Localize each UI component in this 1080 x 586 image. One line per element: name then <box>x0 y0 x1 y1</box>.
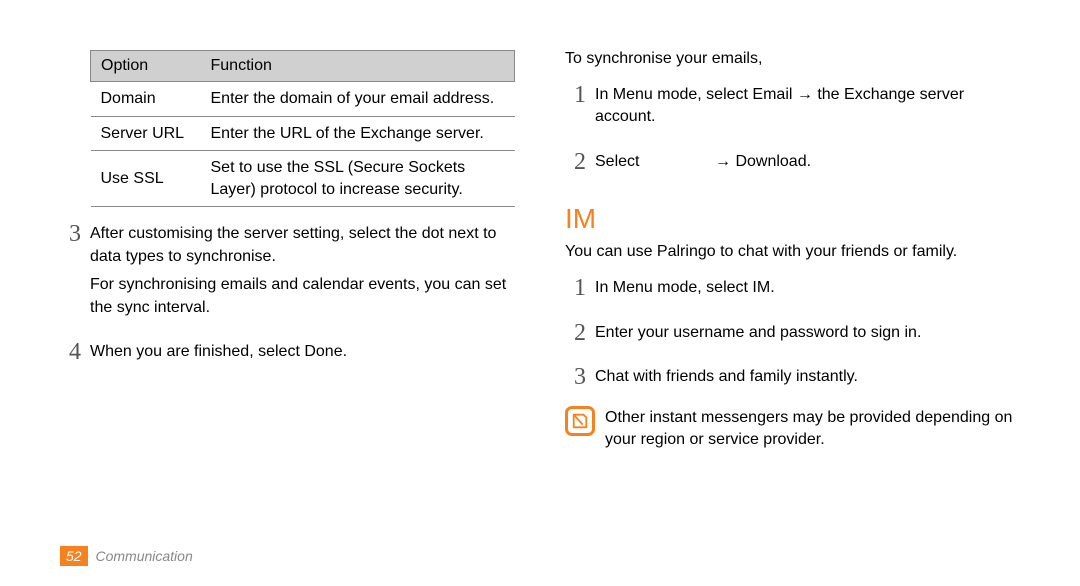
step-number: 2 <box>565 149 595 175</box>
text: Select <box>595 151 715 173</box>
page-footer: 52 Communication <box>60 548 193 564</box>
im-step-3: 3 Chat with friends and family instantly… <box>565 364 1020 394</box>
step-number: 3 <box>565 364 595 390</box>
step-number: 2 <box>565 320 595 346</box>
step-number: 4 <box>60 339 90 365</box>
im-step-2: 2 Enter your username and password to si… <box>565 320 1020 350</box>
text: When you are finished, select <box>90 343 304 360</box>
table-header-row: Option Function <box>91 51 515 82</box>
ui-term: → Download. <box>715 153 811 170</box>
page-number: 52 <box>60 546 88 566</box>
cell-option: Server URL <box>91 116 201 151</box>
note-block: Other instant messengers may be provided… <box>565 406 1020 450</box>
text: . <box>770 279 774 296</box>
step-body: Chat with friends and family instantly. <box>595 364 1020 394</box>
section-label: Communication <box>95 548 192 564</box>
text: In Menu mode, select <box>595 279 752 296</box>
cell-function: Enter the URL of the Exchange server. <box>201 116 515 151</box>
cell-option: Use SSL <box>91 151 201 207</box>
text: In Menu mode, select <box>595 86 752 103</box>
step-text: Select→ Download. <box>595 151 1020 173</box>
options-table: Option Function Domain Enter the domain … <box>90 50 515 207</box>
im-desc: You can use Palringo to chat with your f… <box>565 243 1020 261</box>
step-text: Enter your username and password to sign… <box>595 322 1020 344</box>
left-column: Option Function Domain Enter the domain … <box>60 50 515 451</box>
step-body: After customising the server setting, se… <box>90 221 515 325</box>
step-text: In Menu mode, select Email → the Exchang… <box>595 84 1020 129</box>
th-option: Option <box>91 51 201 82</box>
table-row: Use SSL Set to use the SSL (Secure Socke… <box>91 151 515 207</box>
step-text: For synchronising emails and calendar ev… <box>90 274 515 319</box>
step-body: Enter your username and password to sign… <box>595 320 1020 350</box>
text: . <box>343 343 347 360</box>
cell-function: Set to use the SSL (Secure Sockets Layer… <box>201 151 515 207</box>
table-row: Server URL Enter the URL of the Exchange… <box>91 116 515 151</box>
step-number: 1 <box>565 82 595 108</box>
step-number: 1 <box>565 275 595 301</box>
cell-option: Domain <box>91 82 201 117</box>
step-text: In Menu mode, select IM. <box>595 277 1020 299</box>
th-function: Function <box>201 51 515 82</box>
im-heading: IM <box>565 203 1020 235</box>
step-body: In Menu mode, select Email → the Exchang… <box>595 82 1020 135</box>
step-body: When you are finished, select Done. <box>90 339 515 369</box>
sync-step-2: 2 Select→ Download. <box>565 149 1020 179</box>
step-text: When you are finished, select Done. <box>90 341 515 363</box>
ui-term: Done <box>304 343 342 360</box>
ui-term: Email <box>752 86 792 103</box>
im-step-1: 1 In Menu mode, select IM. <box>565 275 1020 305</box>
step-4: 4 When you are finished, select Done. <box>60 339 515 369</box>
step-3: 3 After customising the server setting, … <box>60 221 515 325</box>
right-column: To synchronise your emails, 1 In Menu mo… <box>565 50 1020 451</box>
step-text: After customising the server setting, se… <box>90 223 515 268</box>
step-text: Chat with friends and family instantly. <box>595 366 1020 388</box>
step-body: Select→ Download. <box>595 149 1020 179</box>
note-text: Other instant messengers may be provided… <box>605 406 1020 450</box>
sync-lead: To synchronise your emails, <box>565 50 1020 68</box>
step-body: In Menu mode, select IM. <box>595 275 1020 305</box>
step-number: 3 <box>60 221 90 247</box>
ui-term: IM <box>752 279 770 296</box>
cell-function: Enter the domain of your email address. <box>201 82 515 117</box>
table-row: Domain Enter the domain of your email ad… <box>91 82 515 117</box>
note-icon <box>565 406 595 436</box>
page-columns: Option Function Domain Enter the domain … <box>60 50 1020 451</box>
sync-step-1: 1 In Menu mode, select Email → the Excha… <box>565 82 1020 135</box>
